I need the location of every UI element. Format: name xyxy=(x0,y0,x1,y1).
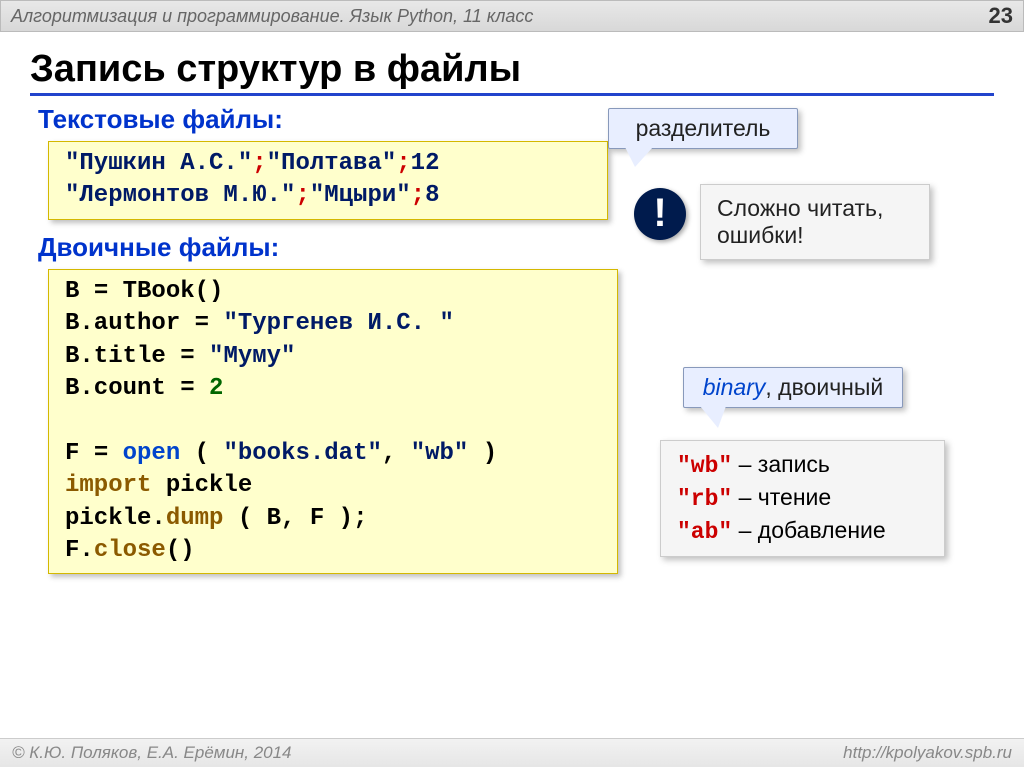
warning-note: Сложно читать, ошибки! xyxy=(700,184,930,260)
mode-desc: – запись xyxy=(732,451,830,477)
course-title: Алгоритмизация и программирование. Язык … xyxy=(11,6,533,27)
code-text: F xyxy=(65,440,79,467)
code-text: "books.dat" xyxy=(223,440,381,467)
file-modes-box: "wb" – запись "rb" – чтение "ab" – добав… xyxy=(660,440,945,557)
callout-separator: разделитель xyxy=(608,108,798,149)
code-text: B.count xyxy=(65,375,166,402)
code-text: "Тургенев И.С. " xyxy=(223,310,453,337)
code-text: "Полтава" xyxy=(267,150,397,177)
code-text: , xyxy=(382,440,411,467)
code-text: dump xyxy=(166,505,224,532)
code-text: ( B, F ); xyxy=(238,505,368,532)
callout-tail-icon xyxy=(625,147,653,167)
code-text: 8 xyxy=(425,182,439,209)
mode-row: "rb" – чтение xyxy=(677,482,928,515)
mode-row: "ab" – добавление xyxy=(677,515,928,548)
code-text: 2 xyxy=(209,375,223,402)
code-text: close xyxy=(94,537,166,564)
code-text: ( xyxy=(195,440,224,467)
mode-code: "ab" xyxy=(677,519,732,545)
mode-code: "rb" xyxy=(677,486,732,512)
code-text: "Муму" xyxy=(209,343,295,370)
warning-text: Сложно читать, ошибки! xyxy=(717,195,883,248)
code-text: pickle. xyxy=(65,505,166,532)
callout-binary-rest: , двоичный xyxy=(765,374,883,400)
code-text: "Лермонтов М.Ю." xyxy=(65,182,295,209)
code-text: "Мцыри" xyxy=(310,182,411,209)
code-binary-example: B = TBook() B.author = "Тургенев И.С. " … xyxy=(48,269,618,575)
code-text: B.title xyxy=(65,343,166,370)
code-text: ; xyxy=(295,182,309,209)
code-text: B.author xyxy=(65,310,180,337)
code-text: = xyxy=(195,310,209,337)
section-textfiles: Текстовые файлы: xyxy=(38,104,994,135)
code-text: TBook() xyxy=(123,278,224,305)
code-text: ) xyxy=(468,440,497,467)
code-textfile-example: "Пушкин А.С.";"Полтава";12 "Лермонтов М.… xyxy=(48,141,608,220)
code-text: F. xyxy=(65,537,94,564)
code-text: = xyxy=(180,375,194,402)
code-text: 12 xyxy=(411,150,440,177)
code-text: import xyxy=(65,472,151,499)
code-text: "wb" xyxy=(411,440,469,467)
mode-desc: – добавление xyxy=(732,517,885,543)
footer-copyright: © К.Ю. Поляков, Е.А. Ерёмин, 2014 xyxy=(12,743,292,763)
code-text: = xyxy=(94,440,108,467)
callout-binary-word: binary xyxy=(703,374,766,400)
page-number: 23 xyxy=(989,3,1013,29)
header-bar: Алгоритмизация и программирование. Язык … xyxy=(0,0,1024,32)
slide-title: Запись структур в файлы xyxy=(30,48,994,96)
code-text: open xyxy=(123,440,181,467)
code-text: B xyxy=(65,278,79,305)
code-text: ; xyxy=(252,150,266,177)
code-text: "Пушкин А.С." xyxy=(65,150,252,177)
warning-badge: ! xyxy=(634,188,686,240)
code-text: = xyxy=(180,343,194,370)
footer-url: http://kpolyakov.spb.ru xyxy=(843,743,1012,763)
mode-code: "wb" xyxy=(677,453,732,479)
mode-desc: – чтение xyxy=(732,484,831,510)
callout-tail-icon xyxy=(700,406,726,428)
callout-binary: binary, двоичный xyxy=(683,367,903,408)
footer-bar: © К.Ю. Поляков, Е.А. Ерёмин, 2014 http:/… xyxy=(0,738,1024,767)
code-text: ; xyxy=(411,182,425,209)
mode-row: "wb" – запись xyxy=(677,449,928,482)
code-text: ; xyxy=(396,150,410,177)
code-text: = xyxy=(94,278,108,305)
code-text: () xyxy=(166,537,195,564)
code-text: pickle xyxy=(151,472,252,499)
